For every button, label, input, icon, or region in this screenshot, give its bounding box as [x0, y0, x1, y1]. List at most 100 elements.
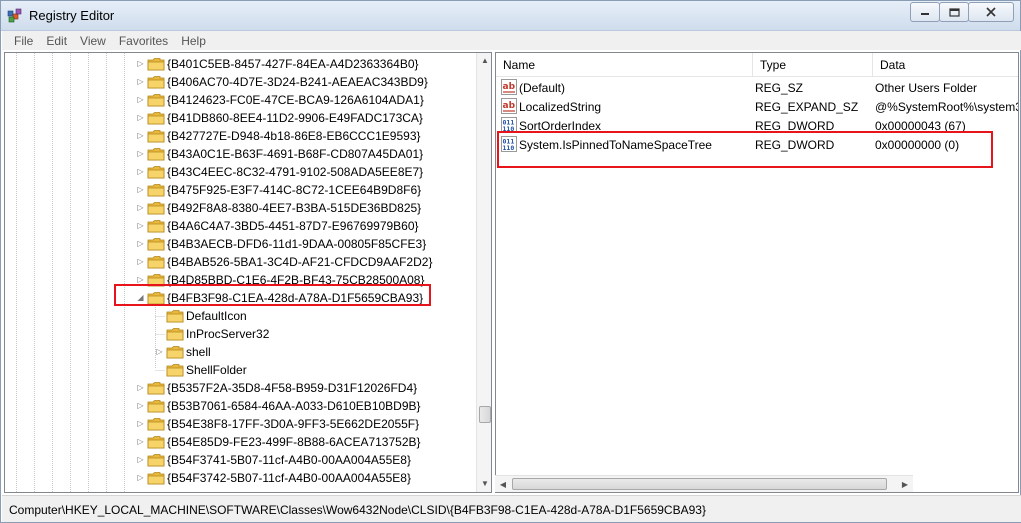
scroll-down-arrow-icon[interactable]: ▼	[477, 476, 491, 492]
tree-item[interactable]: InProcServer32	[5, 325, 475, 343]
menu-file[interactable]: File	[8, 34, 39, 48]
folder-icon	[147, 417, 165, 431]
tree-item[interactable]: ▷ {B41DB860-8EE4-11D2-9906-E49FADC173CA}	[5, 109, 475, 127]
folder-icon	[147, 183, 165, 197]
scroll-right-arrow-icon[interactable]: ▶	[897, 476, 913, 493]
tree-item-label: {B53B7061-6584-46AA-A033-D610EB10BD9B}	[167, 399, 421, 413]
value-data: Other Users Folder	[875, 81, 978, 95]
value-type: REG_SZ	[755, 81, 804, 95]
tree-item[interactable]: ▷ shell	[5, 343, 475, 361]
maximize-button[interactable]	[939, 2, 969, 22]
collapsed-arrow-icon[interactable]: ▷	[136, 383, 145, 392]
collapsed-arrow-icon[interactable]: ▷	[136, 185, 145, 194]
tree-item[interactable]: ▷ {B4B3AECB-DFD6-11d1-9DAA-00805F85CFE3}	[5, 235, 475, 253]
values-pane[interactable]: Name Type Data ab (Default) REG_SZ Other Us…	[495, 52, 1019, 493]
tree-item-label: {B406AC70-4D7E-3D24-B241-AEAEAC343BD9}	[167, 75, 428, 89]
tree-item-label: {B43A0C1E-B63F-4691-B68F-CD807A45DA01}	[167, 147, 424, 161]
tree-item[interactable]: ▷ {B54E85D9-FE23-499F-8B88-6ACEA713752B}	[5, 433, 475, 451]
folder-icon	[147, 201, 165, 215]
value-row[interactable]: ab (Default) REG_SZ Other Users Folder	[496, 78, 1018, 97]
string-value-icon: ab	[501, 79, 517, 95]
svg-text:ab: ab	[503, 101, 516, 111]
values-scroll-thumb[interactable]	[512, 478, 887, 490]
tree-item[interactable]: ▷ {B4BAB526-5BA1-3C4D-AF21-CFDCD9AAF2D2}	[5, 253, 475, 271]
tree-item-label: {B475F925-E3F7-414C-8C72-1CEE64B9D8F6}	[167, 183, 422, 197]
column-header-name[interactable]: Name	[496, 53, 753, 77]
key-tree-pane[interactable]: ▷ {B401C5EB-8457-427F-84EA-A4D2363364B0} ▷…	[4, 52, 492, 493]
tree-item[interactable]: ▷ {B54E38F8-17FF-3D0A-9FF3-5E662DE2055F}	[5, 415, 475, 433]
svg-text:ab: ab	[503, 82, 516, 92]
collapsed-arrow-icon[interactable]: ▷	[136, 149, 145, 158]
collapsed-arrow-icon[interactable]: ▷	[136, 401, 145, 410]
column-header-data[interactable]: Data	[873, 53, 1018, 77]
menu-help[interactable]: Help	[175, 34, 212, 48]
menu-edit[interactable]: Edit	[40, 34, 73, 48]
scroll-left-arrow-icon[interactable]: ◀	[495, 476, 511, 493]
tree-item[interactable]: ▷ {B43C4EEC-8C32-4791-9102-508ADA5EE8E7}	[5, 163, 475, 181]
tree-item[interactable]: ▷ {B5357F2A-35D8-4F58-B959-D31F12026FD4}	[5, 379, 475, 397]
tree-item-label: {B4124623-FC0E-47CE-BCA9-126A6104ADA1}	[167, 93, 424, 107]
key-tree: ▷ {B401C5EB-8457-427F-84EA-A4D2363364B0} ▷…	[5, 53, 475, 492]
tree-item-label: {B43C4EEC-8C32-4791-9102-508ADA5EE8E7}	[167, 165, 424, 179]
tree-item[interactable]: ▷ {B54F3741-5B07-11cf-A4B0-00AA004A55E8}	[5, 451, 475, 469]
tree-item[interactable]: ▷ {B43A0C1E-B63F-4691-B68F-CD807A45DA01}	[5, 145, 475, 163]
scroll-up-arrow-icon[interactable]: ▲	[477, 53, 491, 69]
collapsed-arrow-icon[interactable]: ▷	[136, 275, 145, 284]
collapsed-arrow-icon[interactable]: ▷	[136, 437, 145, 446]
collapsed-arrow-icon[interactable]: ▷	[136, 455, 145, 464]
folder-icon	[147, 381, 165, 395]
collapsed-arrow-icon[interactable]: ▷	[136, 221, 145, 230]
tree-item-label: {B4A6C4A7-3BD5-4451-87D7-E96769979B60}	[167, 219, 419, 233]
column-header-type[interactable]: Type	[753, 53, 873, 77]
collapsed-arrow-icon[interactable]: ▷	[136, 239, 145, 248]
collapsed-arrow-icon[interactable]: ▷	[136, 59, 145, 68]
collapsed-arrow-icon[interactable]: ▷	[136, 77, 145, 86]
tree-item[interactable]: ▷ {B427727E-D948-4b18-86E8-EB6CCC1E9593}	[5, 127, 475, 145]
value-row[interactable]: ab LocalizedString REG_EXPAND_SZ @%SystemRo…	[496, 97, 1018, 116]
values-horizontal-scrollbar[interactable]: ◀ ▶	[495, 475, 913, 492]
tree-highlight-box	[114, 284, 431, 306]
collapsed-arrow-icon[interactable]: ▷	[136, 419, 145, 428]
close-icon	[986, 7, 996, 17]
tree-item[interactable]: ▷ {B4124623-FC0E-47CE-BCA9-126A6104ADA1}	[5, 91, 475, 109]
tree-item[interactable]: ▷ {B492F8A8-8380-4EE7-B3BA-515DE36BD825}	[5, 199, 475, 217]
collapsed-arrow-icon[interactable]: ▷	[136, 113, 145, 122]
values-column-header: Name Type Data	[496, 53, 1018, 77]
tree-scroll-thumb[interactable]	[479, 406, 491, 423]
folder-icon	[166, 345, 184, 359]
tree-item[interactable]: DefaultIcon	[5, 307, 475, 325]
current-key-path: Computer\HKEY_LOCAL_MACHINE\SOFTWARE\Cla…	[9, 503, 706, 517]
tree-item[interactable]: ▷ {B401C5EB-8457-427F-84EA-A4D2363364B0}	[5, 55, 475, 73]
folder-icon	[147, 111, 165, 125]
collapsed-arrow-icon[interactable]: ▷	[155, 347, 164, 356]
tree-item[interactable]: ▷ {B406AC70-4D7E-3D24-B241-AEAEAC343BD9}	[5, 73, 475, 91]
maximize-icon	[948, 7, 960, 17]
minimize-button[interactable]	[910, 2, 940, 22]
collapsed-arrow-icon[interactable]: ▷	[136, 203, 145, 212]
folder-icon	[147, 471, 165, 485]
tree-item-label: ShellFolder	[186, 363, 247, 377]
tree-item[interactable]: ▷ {B475F925-E3F7-414C-8C72-1CEE64B9D8F6}	[5, 181, 475, 199]
collapsed-arrow-icon[interactable]: ▷	[136, 257, 145, 266]
tree-item-label: {B427727E-D948-4b18-86E8-EB6CCC1E9593}	[167, 129, 421, 143]
collapsed-arrow-icon[interactable]: ▷	[136, 473, 145, 482]
folder-icon	[147, 255, 165, 269]
folder-icon	[166, 309, 184, 323]
value-highlight-box	[497, 131, 993, 168]
collapsed-arrow-icon[interactable]: ▷	[136, 95, 145, 104]
tree-item[interactable]: ▷ {B4A6C4A7-3BD5-4451-87D7-E96769979B60}	[5, 217, 475, 235]
tree-item[interactable]: ▷ {B53B7061-6584-46AA-A033-D610EB10BD9B}	[5, 397, 475, 415]
tree-item[interactable]: ▷ {B54F3742-5B07-11cf-A4B0-00AA004A55E8}	[5, 469, 475, 487]
collapsed-arrow-icon[interactable]: ▷	[136, 167, 145, 176]
collapsed-arrow-icon[interactable]: ▷	[136, 131, 145, 140]
menu-favorites[interactable]: Favorites	[113, 34, 174, 48]
string-value-icon: ab	[501, 98, 517, 114]
folder-icon	[147, 129, 165, 143]
title-bar[interactable]: Registry Editor	[1, 1, 1020, 31]
tree-item[interactable]: ShellFolder	[5, 361, 475, 379]
close-button[interactable]	[968, 2, 1014, 22]
tree-vertical-scrollbar[interactable]: ▲ ▼	[476, 53, 491, 492]
menu-view[interactable]: View	[74, 34, 112, 48]
tree-item-label: shell	[186, 345, 211, 359]
folder-icon	[166, 363, 184, 377]
